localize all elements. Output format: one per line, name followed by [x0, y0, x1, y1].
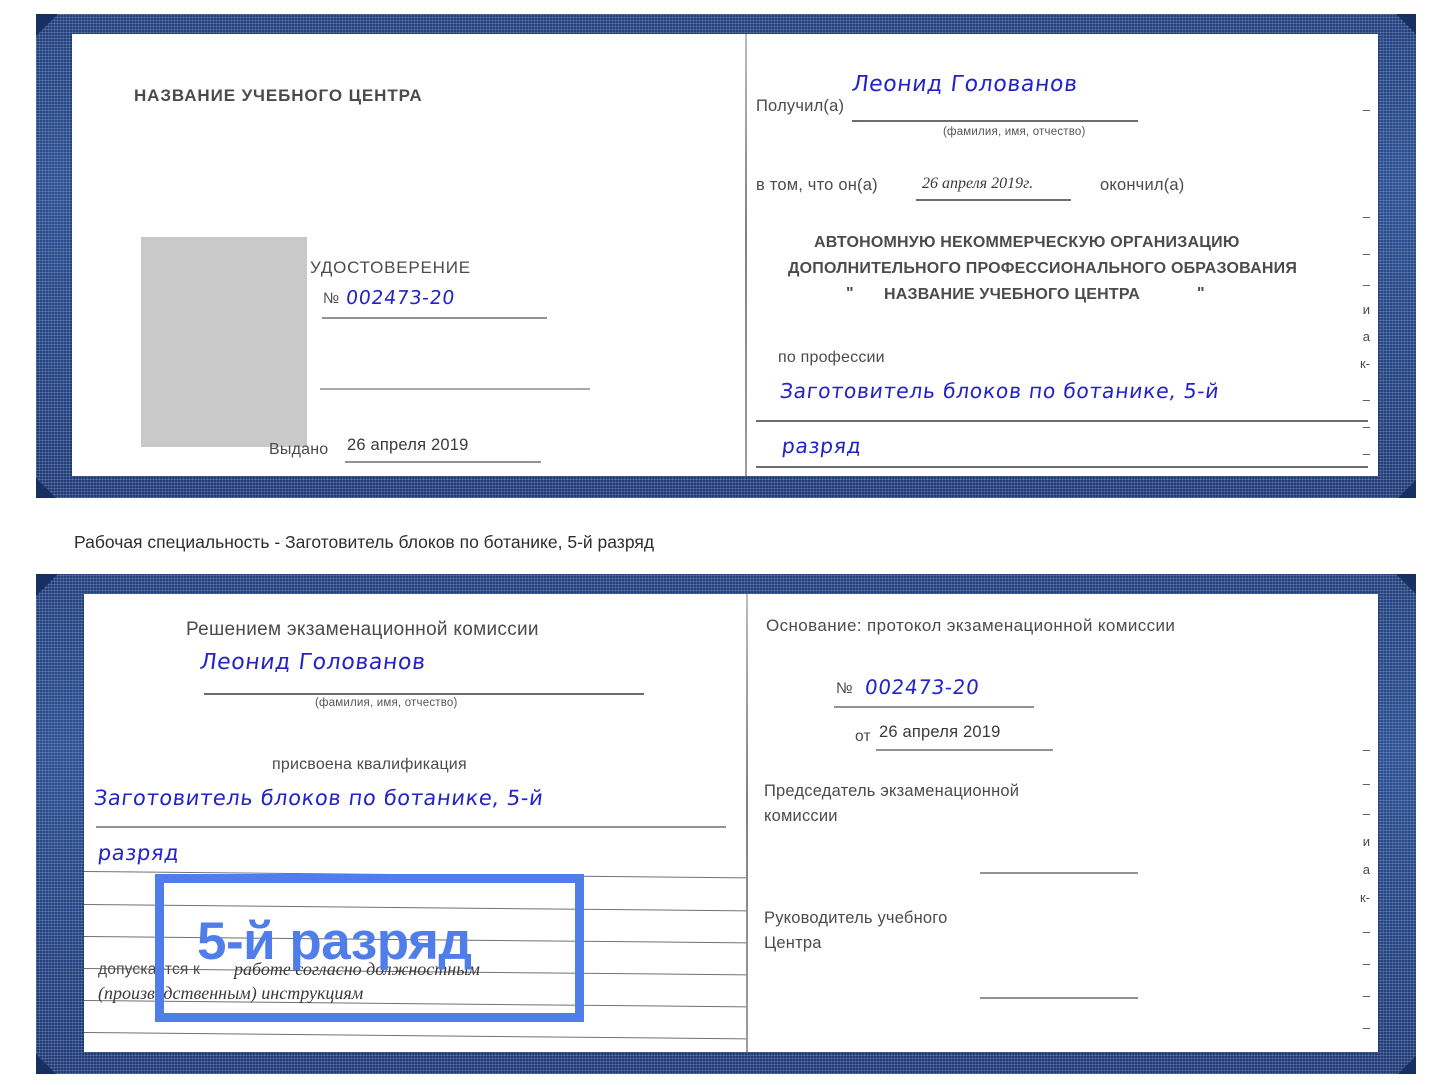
protocol-number-underline	[834, 706, 1034, 708]
chairman-label-line-2: комиссии	[764, 807, 838, 825]
issued-underline	[345, 461, 541, 463]
certificate-top: НАЗВАНИЕ УЧЕБНОГО ЦЕНТРА УДОСТОВЕРЕНИЕ №…	[36, 14, 1416, 498]
certificate-top-pages: НАЗВАНИЕ УЧЕБНОГО ЦЕНТРА УДОСТОВЕРЕНИЕ №…	[72, 34, 1378, 476]
protocol-date-underline	[876, 749, 1053, 751]
issued-label: Выдано	[269, 441, 329, 458]
organization-quote-close: "	[1197, 285, 1205, 302]
margin-glyph: –	[1362, 956, 1370, 971]
protocol-number-value: 002473-20	[863, 675, 981, 699]
commission-decision-heading: Решением экзаменационной комиссии	[186, 619, 539, 640]
margin-glyph: –	[1362, 806, 1370, 821]
cover-corner-bottom-left	[36, 478, 56, 498]
margin-glyph: –	[1362, 392, 1370, 407]
number-symbol: №	[323, 290, 340, 307]
cover-corner-top-right	[1396, 14, 1416, 34]
basis-protocol-label: Основание: протокол экзаменационной коми…	[766, 616, 1176, 635]
margin-glyph: к-	[1359, 356, 1370, 371]
qualification-label: присвоена квалификация	[272, 756, 467, 773]
qualification-value-line-2: разряд	[96, 841, 181, 865]
margin-glyph: –	[1363, 472, 1370, 476]
margin-glyph: –	[1362, 924, 1370, 939]
received-label: Получил(а)	[756, 97, 845, 115]
margin-glyph: –	[1362, 246, 1370, 261]
margin-glyph: а	[1362, 862, 1370, 877]
received-name-value: Леонид Голованов	[850, 72, 1080, 97]
margin-glyph: –	[1362, 742, 1370, 757]
profession-value-line-2: разряд	[780, 434, 864, 458]
margin-glyph: –	[1362, 1020, 1370, 1035]
page-caption: Рабочая специальность - Заготовитель бло…	[74, 532, 655, 552]
margin-glyph: к-	[1359, 890, 1370, 905]
number-underline	[322, 317, 547, 319]
profession-value-line-1: Заготовитель блоков по ботанике, 5-й	[778, 379, 1221, 403]
margin-glyph: и	[1362, 834, 1370, 849]
organization-line-2: ДОПОЛНИТЕЛЬНОГО ПРОФЕССИОНАЛЬНОГО ОБРАЗО…	[788, 260, 1298, 277]
protocol-date-value: 26 апреля 2019	[879, 723, 1001, 741]
blank-line-1	[320, 388, 590, 390]
protocol-date-label: от	[855, 728, 871, 745]
margin-glyph: –	[1362, 277, 1370, 292]
margin-glyph: –	[1362, 776, 1370, 791]
margin-glyph: –	[1362, 102, 1370, 117]
organization-line-1: АВТОНОМНУЮ НЕКОММЕРЧЕСКУЮ ОРГАНИЗАЦИЮ	[814, 234, 1240, 251]
head-of-center-line-1: Руководитель учебного	[764, 909, 948, 927]
received-underline	[852, 120, 1138, 122]
cover-corner-bottom-right-b	[1398, 1056, 1416, 1074]
cover-corner-bottom-right	[1398, 480, 1416, 498]
completion-date-underline	[916, 199, 1071, 201]
margin-glyph: –	[1362, 446, 1370, 461]
fio-hint-bottom: (фамилия, имя, отчество)	[315, 697, 458, 709]
finished-label: окончил(а)	[1100, 176, 1185, 194]
qualification-value-line-1: Заготовитель блоков по ботанике, 5-й	[92, 786, 545, 810]
document-type-label: УДОСТОВЕРЕНИЕ	[310, 258, 471, 277]
certificate-number-value: 002473-20	[344, 287, 457, 309]
graduate-name-value: Леонид Голованов	[198, 650, 428, 675]
highlight-label: 5-й разряд	[197, 912, 472, 971]
margin-glyph: –	[1362, 209, 1370, 224]
head-of-center-line-2: Центра	[764, 934, 822, 952]
protocol-number-symbol: №	[836, 680, 853, 697]
training-center-heading: НАЗВАНИЕ УЧЕБНОГО ЦЕНТРА	[134, 86, 423, 105]
that-he-label: в том, что он(а)	[756, 176, 878, 194]
margin-glyph: и	[1362, 302, 1370, 317]
margin-glyph: а	[1362, 329, 1370, 344]
profession-label: по профессии	[778, 349, 885, 366]
graduate-name-underline	[204, 693, 644, 695]
certificate-top-left-page: НАЗВАНИЕ УЧЕБНОГО ЦЕНТРА УДОСТОВЕРЕНИЕ №…	[72, 34, 745, 476]
fio-hint-top: (фамилия, имя, отчество)	[943, 126, 1086, 138]
margin-glyph: –	[1362, 988, 1370, 1003]
qualification-underline-1	[96, 826, 726, 828]
certificate-bottom-right-page: Основание: протокол экзаменационной коми…	[748, 594, 1378, 1052]
issued-date-value: 26 апреля 2019	[347, 436, 469, 454]
organization-line-3: НАЗВАНИЕ УЧЕБНОГО ЦЕНТРА	[884, 286, 1141, 303]
cover-corner-top-left	[36, 14, 58, 36]
cover-corner-top-right-b	[1396, 574, 1416, 594]
certificate-top-right-page: Получил(а) Леонид Голованов (фамилия, им…	[748, 34, 1378, 476]
organization-quote-open: "	[846, 285, 854, 302]
profession-underline-2	[756, 466, 1368, 468]
completion-date-value: 26 апреля 2019г.	[922, 175, 1034, 192]
margin-glyph: –	[1362, 419, 1370, 434]
chairman-signature-line	[980, 872, 1138, 874]
chairman-label-line-1: Председатель экзаменационной	[764, 782, 1020, 800]
ruled-line	[84, 1032, 746, 1040]
certificate-top-spine	[745, 34, 747, 476]
head-signature-line	[980, 997, 1138, 999]
profession-underline-1	[756, 420, 1368, 422]
photo-placeholder	[141, 237, 307, 447]
cover-corner-top-left-b	[36, 574, 58, 596]
cover-corner-bottom-left-b	[36, 1054, 56, 1074]
